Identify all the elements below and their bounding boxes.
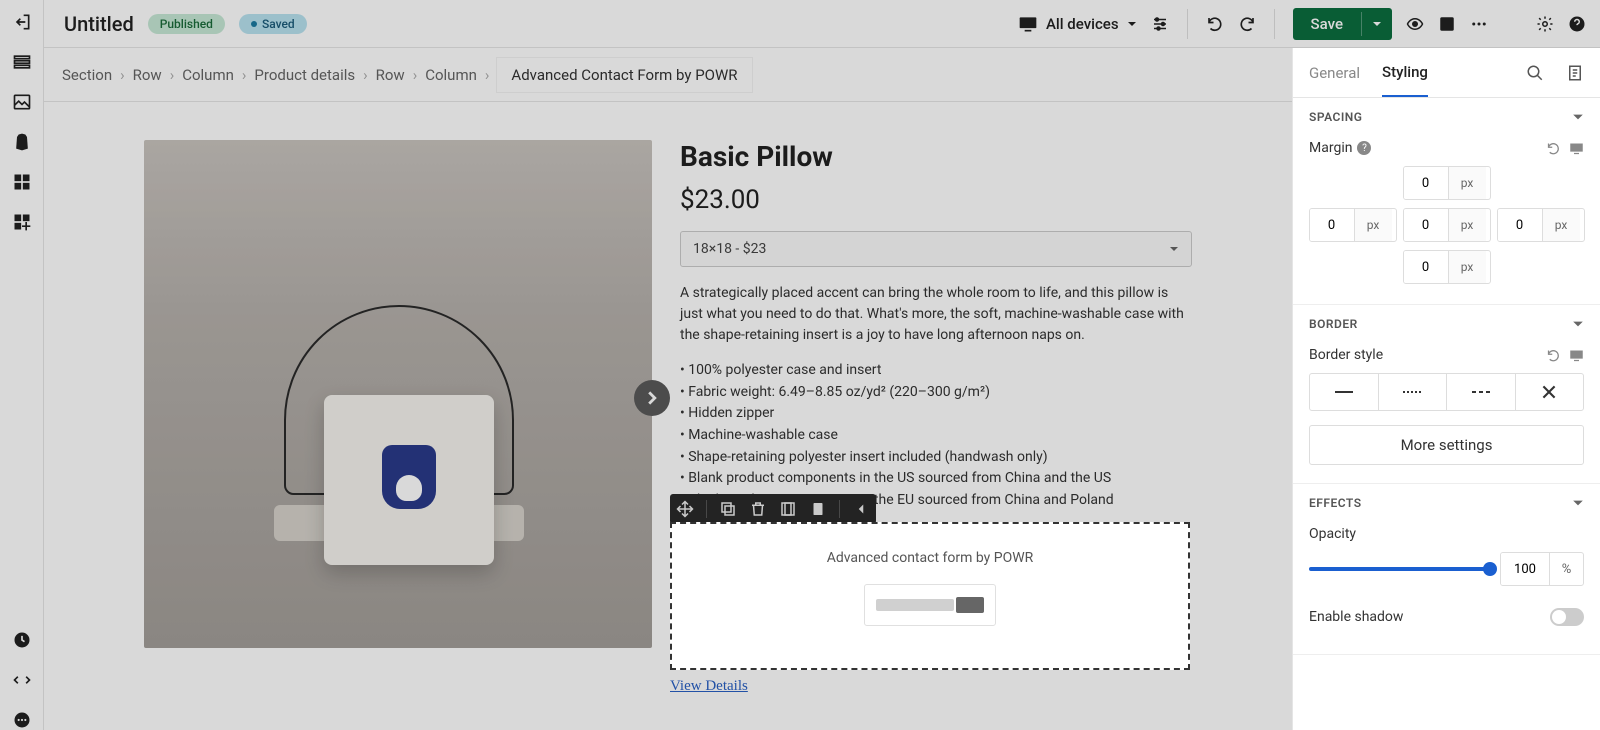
margin-all-input[interactable] <box>1404 209 1448 241</box>
more-icon[interactable] <box>1470 15 1488 33</box>
loading-placeholder <box>864 584 996 626</box>
margin-bottom-input[interactable] <box>1404 251 1448 283</box>
opacity-input[interactable] <box>1501 553 1549 585</box>
border-solid-option[interactable] <box>1310 374 1379 410</box>
save-button[interactable]: Save <box>1293 8 1392 40</box>
section-spacing-header[interactable]: SPACING <box>1293 98 1600 136</box>
breadcrumb-item[interactable]: Column <box>182 66 234 84</box>
page-title: Untitled <box>64 12 134 36</box>
border-style-label: Border style <box>1309 347 1383 363</box>
selected-element-label: Advanced contact form by POWR <box>827 550 1034 566</box>
reset-icon[interactable] <box>1546 141 1561 156</box>
margin-label: Margin <box>1309 140 1352 156</box>
border-dotted-option[interactable] <box>1379 374 1448 410</box>
chat-icon[interactable] <box>12 710 32 730</box>
image-icon[interactable] <box>12 92 32 112</box>
breadcrumb-item[interactable]: Product details <box>254 66 355 84</box>
gear-icon[interactable] <box>1536 15 1554 33</box>
status-saved: Saved <box>239 14 307 34</box>
redo-icon[interactable] <box>1238 15 1256 33</box>
breadcrumb-item-active[interactable]: Advanced Contact Form by POWR <box>497 58 751 92</box>
help-icon[interactable]: ? <box>1357 141 1371 155</box>
history-icon[interactable] <box>12 630 32 650</box>
delete-icon[interactable] <box>749 500 767 518</box>
help-icon[interactable] <box>1568 15 1586 33</box>
copy-icon[interactable] <box>719 500 737 518</box>
device-selector[interactable]: All devices <box>1018 15 1137 33</box>
list-icon[interactable] <box>12 52 32 72</box>
search-icon[interactable] <box>1526 64 1544 82</box>
opacity-label: Opacity <box>1309 526 1584 542</box>
opacity-slider[interactable] <box>1309 567 1490 571</box>
settings-sliders-icon[interactable] <box>1151 15 1169 33</box>
margin-left-input[interactable] <box>1310 209 1354 241</box>
undo-icon[interactable] <box>1206 15 1224 33</box>
product-title: Basic Pillow <box>680 140 1192 173</box>
shadow-label: Enable shadow <box>1309 609 1403 625</box>
section-effects-header[interactable]: EFFECTS <box>1293 484 1600 522</box>
topbar: Untitled Published Saved All devices Sav… <box>44 0 1600 48</box>
view-details-link[interactable]: View Details <box>670 678 748 695</box>
status-published: Published <box>148 14 225 34</box>
add-block-icon[interactable] <box>12 212 32 232</box>
border-dashed-option[interactable] <box>1447 374 1516 410</box>
more-settings-button[interactable]: More settings <box>1309 425 1584 465</box>
preview-icon[interactable] <box>1406 15 1424 33</box>
breadcrumb-item[interactable]: Row <box>133 66 162 84</box>
variant-select[interactable]: 18×18 - $23 <box>680 231 1192 267</box>
breadcrumb-item[interactable]: Column <box>425 66 477 84</box>
duplicate-icon[interactable] <box>779 500 797 518</box>
tab-styling[interactable]: Styling <box>1382 49 1428 97</box>
section-border-header[interactable]: BORDER <box>1293 305 1600 343</box>
element-toolbar <box>670 494 876 524</box>
shopify-icon[interactable] <box>12 132 32 152</box>
publish-icon[interactable] <box>1438 15 1456 33</box>
margin-top-input[interactable] <box>1404 167 1448 199</box>
reset-icon[interactable] <box>1546 348 1561 363</box>
breadcrumb-item[interactable]: Row <box>376 66 405 84</box>
breadcrumb: Section› Row› Column› Product details› R… <box>44 48 1292 102</box>
product-description: A strategically placed accent can bring … <box>680 283 1192 346</box>
shadow-toggle[interactable] <box>1550 608 1584 626</box>
product-image <box>144 140 652 648</box>
code-icon[interactable] <box>12 670 32 690</box>
desktop-icon[interactable] <box>1569 348 1584 363</box>
margin-right-input[interactable] <box>1498 209 1542 241</box>
next-image-button[interactable] <box>634 380 670 416</box>
notes-icon[interactable] <box>1566 64 1584 82</box>
move-icon[interactable] <box>676 500 694 518</box>
apps-icon[interactable] <box>12 172 32 192</box>
left-rail <box>0 0 44 730</box>
exit-icon[interactable] <box>12 12 32 32</box>
tab-general[interactable]: General <box>1309 50 1360 96</box>
inspector-panel: General Styling SPACING Margin? px px px… <box>1292 48 1600 730</box>
border-none-option[interactable] <box>1516 374 1584 410</box>
desktop-icon[interactable] <box>1569 141 1584 156</box>
paste-icon[interactable] <box>809 500 827 518</box>
breadcrumb-item[interactable]: Section <box>62 66 112 84</box>
product-price: $23.00 <box>680 185 1192 215</box>
product-bullets: • 100% polyester case and insert • Fabri… <box>680 360 1192 512</box>
selected-element[interactable]: Advanced contact form by POWR <box>670 522 1190 670</box>
collapse-icon[interactable] <box>852 500 870 518</box>
